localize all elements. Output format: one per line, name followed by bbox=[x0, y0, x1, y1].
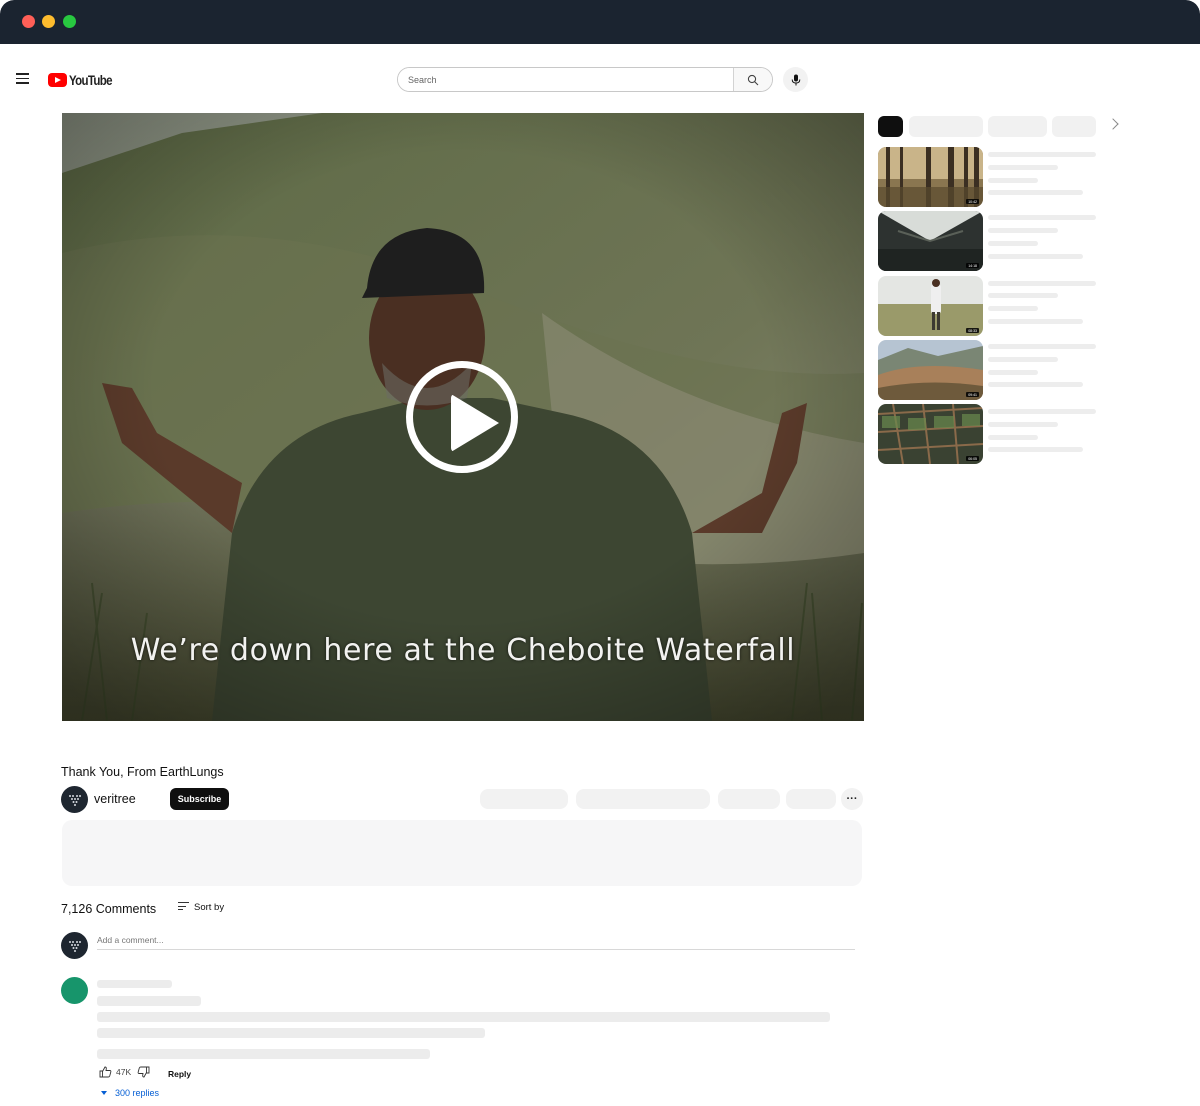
video-duration: 06:05 bbox=[966, 456, 979, 461]
caret-down-icon bbox=[101, 1091, 107, 1095]
recommended-meta-placeholder bbox=[988, 241, 1038, 246]
sort-by-label: Sort by bbox=[194, 902, 225, 913]
nursery-thumbnail-image bbox=[878, 404, 983, 464]
comment-text-placeholder bbox=[97, 1012, 830, 1022]
recommended-channel-placeholder bbox=[988, 357, 1058, 362]
replies-count: 300 replies bbox=[115, 1088, 160, 1098]
mountain-thumbnail-image bbox=[878, 340, 983, 400]
sort-icon bbox=[178, 902, 189, 912]
recommended-meta-placeholder bbox=[988, 254, 1083, 259]
recommended-title-placeholder bbox=[988, 152, 1096, 157]
search-input[interactable] bbox=[398, 68, 733, 91]
recommended-meta-placeholder bbox=[988, 306, 1038, 311]
menu-icon[interactable] bbox=[16, 73, 29, 84]
view-replies-button[interactable]: 300 replies bbox=[101, 1088, 159, 1098]
recommended-meta-placeholder bbox=[988, 178, 1038, 183]
share-button-placeholder[interactable] bbox=[576, 789, 710, 809]
like-count: 47K bbox=[116, 1067, 132, 1077]
video-duration: 09:41 bbox=[966, 392, 979, 397]
greenhouse-thumbnail-image bbox=[878, 211, 983, 271]
clip-button-placeholder[interactable] bbox=[786, 789, 836, 809]
comment-text-placeholder bbox=[97, 1049, 430, 1059]
video-duration: 14:18 bbox=[966, 263, 979, 268]
recommended-channel-placeholder bbox=[988, 422, 1058, 427]
recommended-meta-placeholder bbox=[988, 382, 1083, 387]
recommended-title-placeholder bbox=[988, 215, 1096, 220]
chevron-right-icon[interactable] bbox=[1107, 118, 1119, 130]
channel-avatar[interactable] bbox=[61, 786, 88, 813]
filter-chip[interactable] bbox=[909, 116, 983, 137]
maximize-window-button[interactable] bbox=[63, 15, 76, 28]
thumbs-up-icon[interactable] bbox=[99, 1066, 112, 1078]
recommended-meta-placeholder bbox=[988, 190, 1083, 195]
voice-search-button[interactable] bbox=[783, 67, 808, 92]
channel-name[interactable]: veritree bbox=[94, 792, 136, 806]
recommended-meta-placeholder bbox=[988, 447, 1083, 452]
video-duration: 08:33 bbox=[966, 328, 979, 333]
add-comment-input[interactable]: Add a comment... bbox=[97, 935, 164, 945]
sort-by-button[interactable]: Sort by bbox=[178, 902, 224, 913]
veritree-logo-icon bbox=[68, 794, 81, 806]
more-actions-button[interactable]: ··· bbox=[841, 788, 863, 810]
close-window-button[interactable] bbox=[22, 15, 35, 28]
recommended-channel-placeholder bbox=[988, 293, 1058, 298]
comment-author-placeholder bbox=[97, 980, 172, 988]
download-button-placeholder[interactable] bbox=[718, 789, 780, 809]
microphone-icon bbox=[791, 74, 800, 85]
recommended-video-thumbnail[interactable]: 10:42 bbox=[878, 147, 983, 207]
forest-thumbnail-image bbox=[878, 147, 983, 207]
recommended-channel-placeholder bbox=[988, 228, 1058, 233]
thumbs-down-icon[interactable] bbox=[137, 1066, 150, 1078]
recommended-video-thumbnail[interactable]: 08:33 bbox=[878, 276, 983, 336]
recommended-channel-placeholder bbox=[988, 165, 1058, 170]
filter-chip[interactable] bbox=[988, 116, 1047, 137]
recommended-title-placeholder bbox=[988, 344, 1096, 349]
recommended-title-placeholder bbox=[988, 409, 1096, 414]
comment-text-placeholder bbox=[97, 1028, 485, 1038]
comment-text-placeholder bbox=[97, 996, 201, 1006]
video-player[interactable]: We’re down here at the Cheboite Waterfal… bbox=[62, 113, 864, 721]
filter-chip-all[interactable] bbox=[878, 116, 903, 137]
recommended-title-placeholder bbox=[988, 281, 1096, 286]
youtube-play-icon bbox=[48, 73, 67, 87]
commenter-avatar[interactable] bbox=[61, 977, 88, 1004]
field-thumbnail-image bbox=[878, 276, 983, 336]
video-caption: We’re down here at the Cheboite Waterfal… bbox=[130, 633, 796, 668]
comments-count: 7,126 Comments bbox=[61, 902, 157, 916]
search-icon bbox=[747, 74, 759, 85]
video-duration: 10:42 bbox=[966, 199, 979, 204]
recommended-meta-placeholder bbox=[988, 370, 1038, 375]
logo-text: YouTube bbox=[69, 72, 112, 88]
veritree-logo-icon bbox=[68, 940, 81, 952]
recommended-meta-placeholder bbox=[988, 319, 1083, 324]
search-button[interactable] bbox=[733, 68, 772, 91]
reply-button[interactable]: Reply bbox=[168, 1069, 191, 1079]
comment-actions: 47K bbox=[99, 1066, 150, 1078]
video-title: Thank You, From EarthLungs bbox=[61, 765, 224, 779]
recommended-meta-placeholder bbox=[988, 435, 1038, 440]
recommended-video-thumbnail[interactable]: 14:18 bbox=[878, 211, 983, 271]
comment-input-underline bbox=[97, 949, 855, 950]
filter-chip[interactable] bbox=[1052, 116, 1096, 137]
recommended-video-thumbnail[interactable]: 06:05 bbox=[878, 404, 983, 464]
window-titlebar bbox=[0, 0, 1200, 44]
recommended-video-thumbnail[interactable]: 09:41 bbox=[878, 340, 983, 400]
search-bar bbox=[397, 67, 773, 92]
description-box[interactable] bbox=[62, 820, 862, 886]
browser-window: YouTube Search We’re down here at the Ch… bbox=[0, 0, 1200, 1106]
play-button[interactable] bbox=[406, 361, 518, 473]
subscribe-button[interactable]: Subscribe bbox=[170, 788, 229, 810]
minimize-window-button[interactable] bbox=[42, 15, 55, 28]
user-avatar bbox=[61, 932, 88, 959]
youtube-logo[interactable]: YouTube bbox=[48, 72, 121, 88]
like-dislike-button-placeholder[interactable] bbox=[480, 789, 568, 809]
